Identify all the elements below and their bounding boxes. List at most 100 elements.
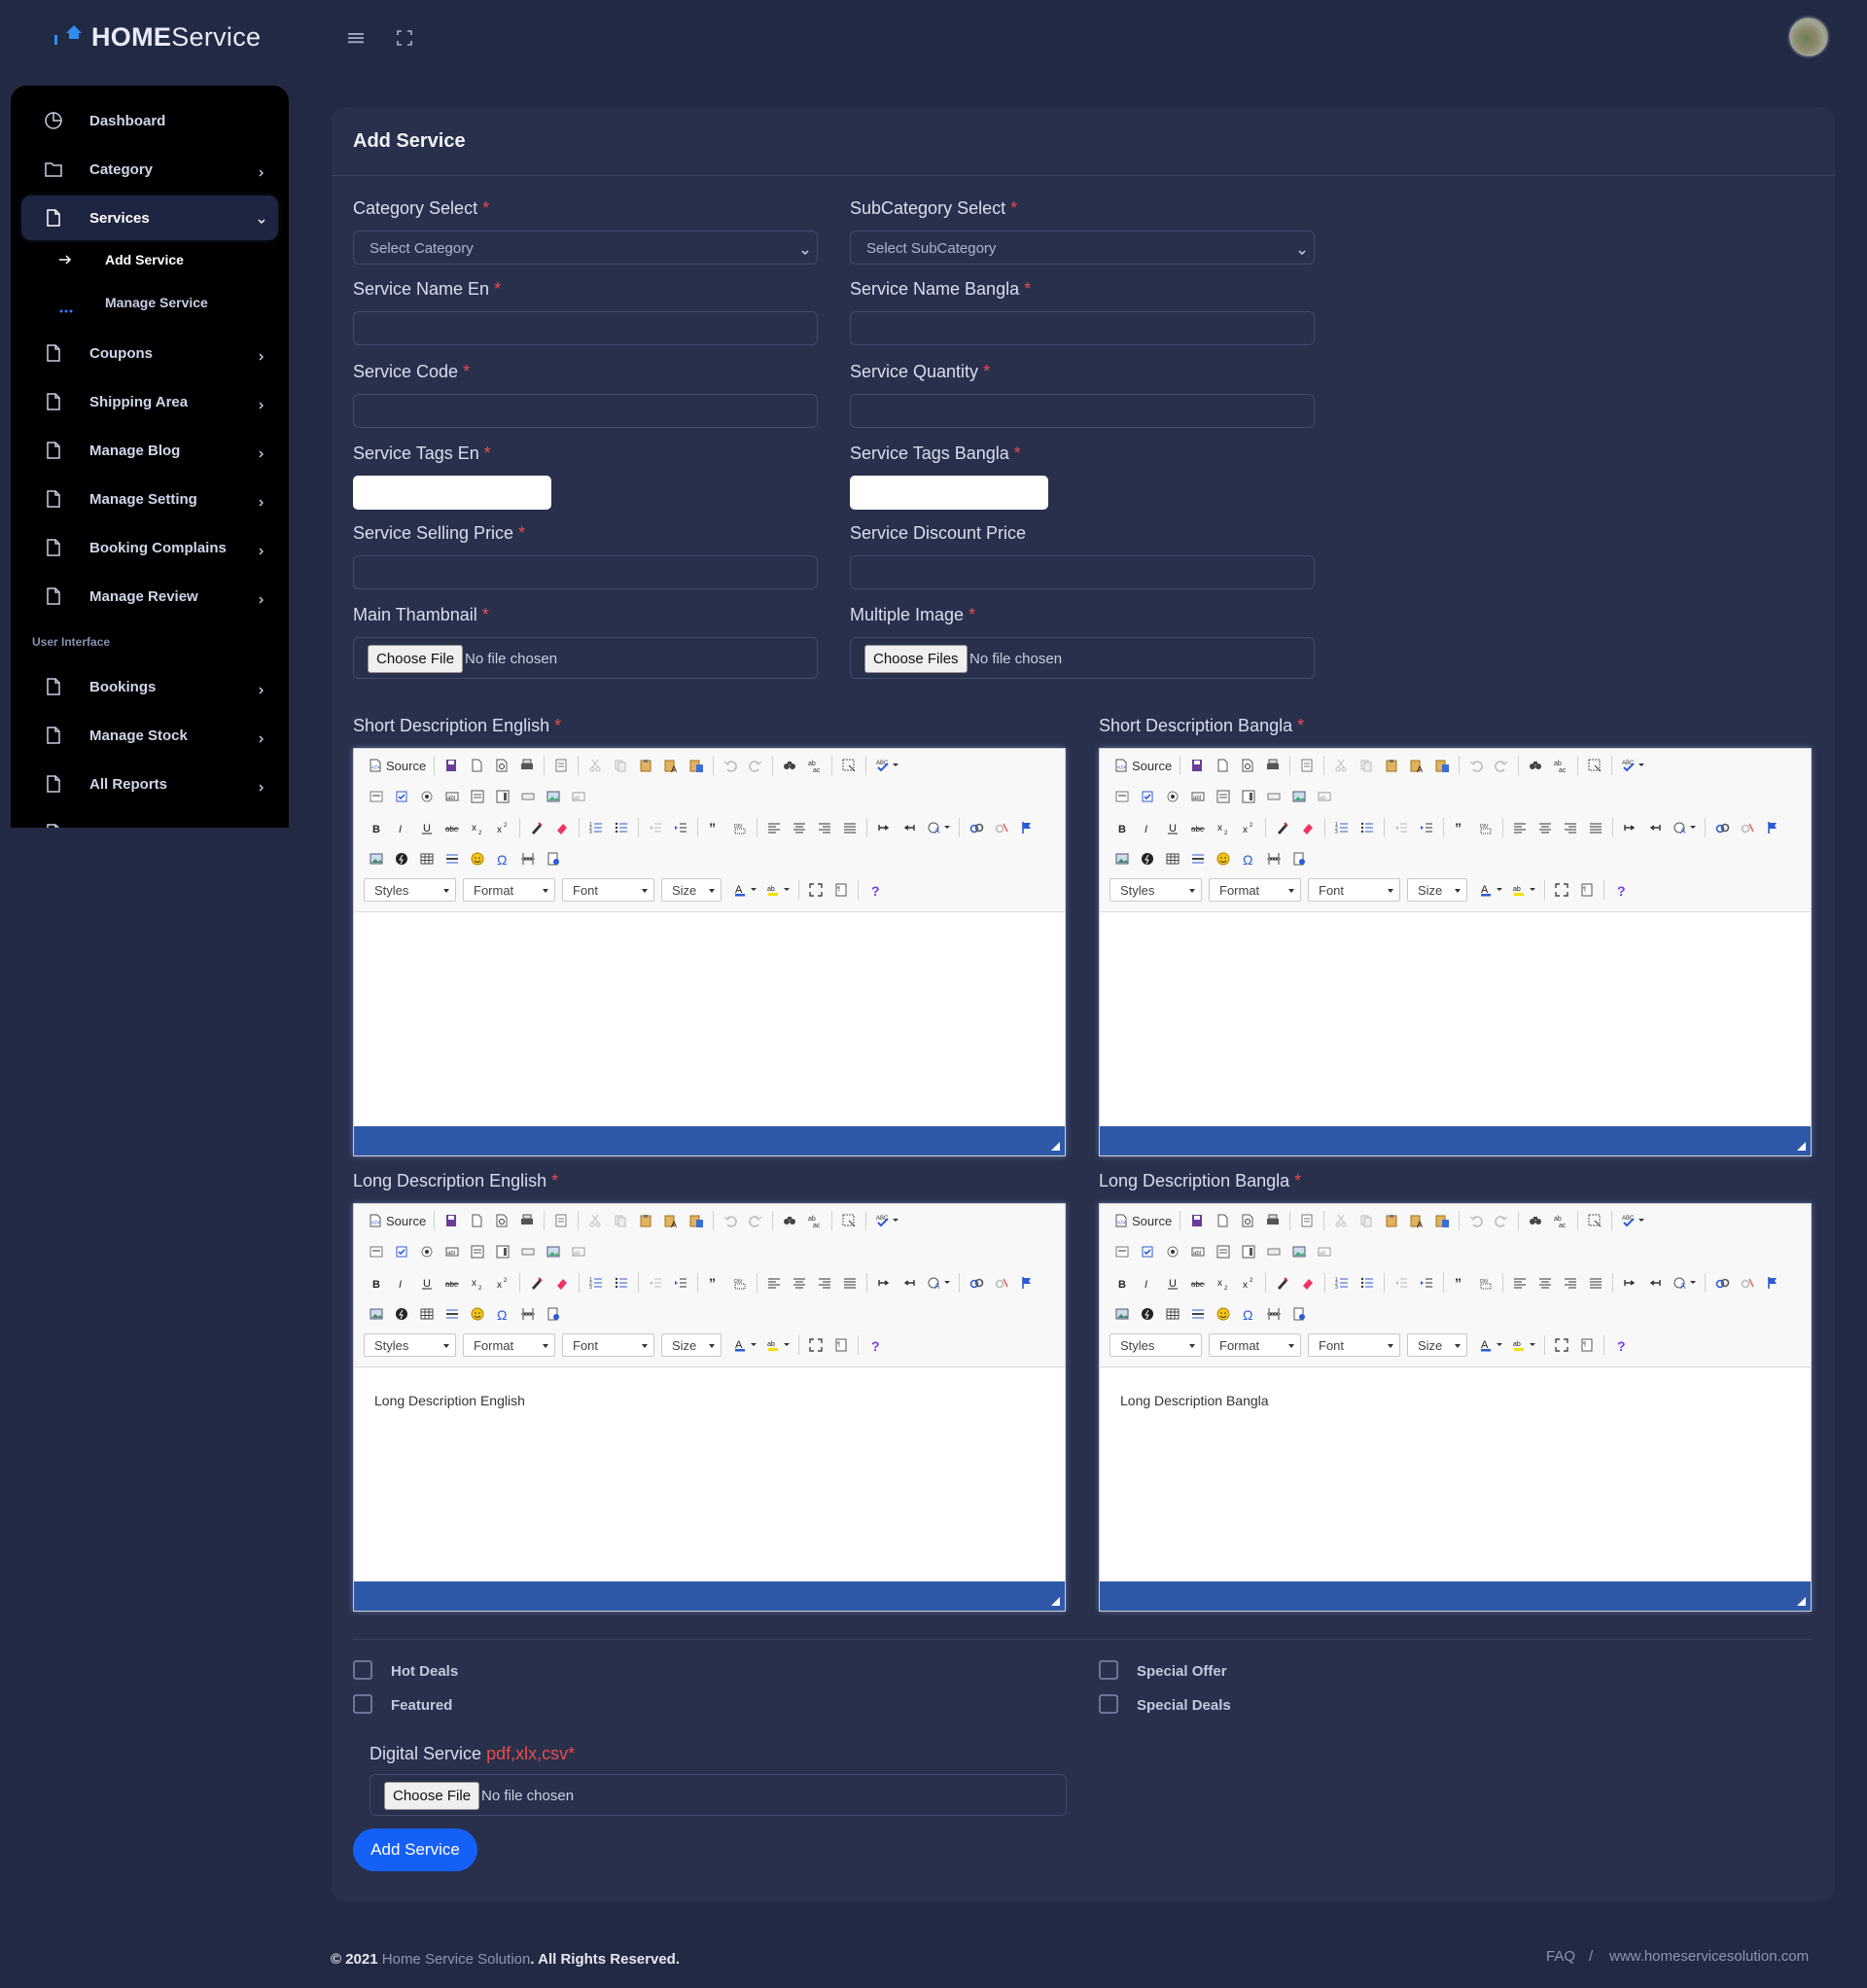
textfield-icon[interactable]: abl — [1185, 785, 1211, 808]
ol-icon[interactable]: 123 — [583, 1271, 609, 1295]
text-color-icon[interactable]: A — [1474, 1333, 1507, 1357]
checkbox-icon[interactable] — [389, 785, 414, 808]
table-icon[interactable] — [414, 847, 440, 870]
find-icon[interactable] — [777, 754, 802, 777]
flash-icon[interactable] — [389, 847, 414, 870]
textarea-icon[interactable] — [1211, 1240, 1236, 1263]
remove-format-icon[interactable] — [1270, 816, 1295, 839]
sidebar-item-dashboard[interactable]: Dashboard — [21, 98, 278, 143]
size-combo[interactable]: Size — [1407, 1333, 1467, 1357]
sidebar-item-manage-setting[interactable]: Manage Setting — [21, 477, 278, 521]
anchor-icon[interactable] — [1760, 1271, 1785, 1295]
paste-icon[interactable] — [1379, 754, 1404, 777]
justify-icon[interactable] — [837, 816, 863, 839]
hr-icon[interactable] — [1185, 1302, 1211, 1326]
lang-icon[interactable]: A — [1668, 816, 1701, 839]
indent-icon[interactable] — [668, 1271, 693, 1295]
ol-icon[interactable]: 123 — [1329, 816, 1355, 839]
hot-deals-checkbox[interactable] — [353, 1660, 372, 1680]
align-c-icon[interactable] — [787, 816, 812, 839]
iframe-icon[interactable] — [1286, 1302, 1312, 1326]
table-icon[interactable] — [1160, 1302, 1185, 1326]
unlink-icon[interactable] — [1735, 1271, 1760, 1295]
maximize-icon[interactable] — [1549, 1333, 1574, 1357]
align-l-icon[interactable] — [761, 816, 787, 839]
replace-icon[interactable]: ab ac — [802, 1209, 828, 1232]
smiley-icon[interactable] — [465, 847, 490, 870]
font-combo[interactable]: Font — [1308, 1333, 1400, 1357]
imgbtn-icon[interactable] — [541, 1240, 566, 1263]
checkbox-icon[interactable] — [389, 1240, 414, 1263]
quote-icon[interactable]: ” — [702, 1271, 727, 1295]
unlink-icon[interactable] — [1735, 816, 1760, 839]
editor-content[interactable] — [1100, 912, 1811, 1126]
sidebar-item-bookings[interactable]: Bookings — [21, 664, 278, 709]
about-icon[interactable]: ? — [863, 878, 888, 902]
remove-format-icon[interactable] — [524, 816, 549, 839]
undo-icon[interactable] — [1463, 754, 1489, 777]
service-tags-en-input[interactable] — [353, 476, 551, 510]
imgbtn-icon[interactable] — [1286, 785, 1312, 808]
bold-icon[interactable]: B — [364, 816, 389, 839]
rtl-icon[interactable] — [1642, 816, 1668, 839]
save-icon[interactable] — [439, 754, 464, 777]
quote-icon[interactable]: ” — [702, 816, 727, 839]
unlink-icon[interactable] — [989, 1271, 1014, 1295]
image-icon[interactable] — [364, 1302, 389, 1326]
justify-icon[interactable] — [1583, 816, 1608, 839]
align-r-icon[interactable] — [1558, 816, 1583, 839]
undo-icon[interactable] — [718, 1209, 743, 1232]
blocks-icon[interactable]: ¶ — [1574, 1333, 1600, 1357]
select-all-icon[interactable] — [836, 754, 862, 777]
paste-icon[interactable] — [633, 754, 658, 777]
radio-icon[interactable] — [1160, 1240, 1185, 1263]
paste-word-icon[interactable] — [1429, 754, 1455, 777]
spell-icon[interactable]: ABC — [1616, 754, 1649, 777]
strike-icon[interactable]: abc — [440, 816, 465, 839]
sidebar-item-manage-stock[interactable]: Manage Stock — [21, 713, 278, 758]
sidebar-item-services[interactable]: Services — [21, 195, 278, 240]
hidden-icon[interactable]: ab — [1312, 1240, 1337, 1263]
select-icon[interactable] — [490, 1240, 515, 1263]
cut-icon[interactable] — [582, 754, 608, 777]
copy-icon[interactable] — [608, 1209, 633, 1232]
hidden-icon[interactable]: ab — [566, 785, 591, 808]
smiley-icon[interactable] — [1211, 1302, 1236, 1326]
eraser-icon[interactable] — [549, 816, 575, 839]
bg-color-icon[interactable]: ab — [761, 1333, 794, 1357]
iframe-icon[interactable] — [541, 1302, 566, 1326]
paste-text-icon[interactable]: A — [658, 754, 684, 777]
sub-icon[interactable]: x2 — [465, 816, 490, 839]
font-combo[interactable]: Font — [562, 1333, 654, 1357]
sidebar-item-shipping-area[interactable]: Shipping Area — [21, 379, 278, 424]
copy-icon[interactable] — [1354, 754, 1379, 777]
ltr-icon[interactable] — [871, 1271, 897, 1295]
choose-files-button[interactable]: Choose Files — [864, 645, 968, 673]
sidebar-subitem-manage-service[interactable]: Manage Service — [21, 285, 278, 320]
underline-icon[interactable]: U — [414, 816, 440, 839]
table-icon[interactable] — [414, 1302, 440, 1326]
find-icon[interactable] — [777, 1209, 802, 1232]
flash-icon[interactable] — [1135, 1302, 1160, 1326]
blocks-icon[interactable]: ¶ — [828, 878, 854, 902]
bold-icon[interactable]: B — [1110, 816, 1135, 839]
about-icon[interactable]: ? — [1608, 878, 1634, 902]
footer-brand-link[interactable]: Home Service Solution — [382, 1951, 531, 1968]
unlink-icon[interactable] — [989, 816, 1014, 839]
strike-icon[interactable]: abc — [1185, 816, 1211, 839]
user-avatar[interactable] — [1787, 16, 1830, 58]
italic-icon[interactable]: I — [1135, 1271, 1160, 1295]
hr-icon[interactable] — [440, 847, 465, 870]
copy-icon[interactable] — [608, 754, 633, 777]
size-combo[interactable]: Size — [661, 878, 722, 902]
undo-icon[interactable] — [718, 754, 743, 777]
redo-icon[interactable] — [743, 1209, 768, 1232]
eraser-icon[interactable] — [549, 1271, 575, 1295]
cut-icon[interactable] — [1328, 754, 1354, 777]
save-icon[interactable] — [439, 1209, 464, 1232]
imgbtn-icon[interactable] — [541, 785, 566, 808]
bold-icon[interactable]: B — [1110, 1271, 1135, 1295]
bg-color-icon[interactable]: ab — [1507, 1333, 1540, 1357]
styles-combo[interactable]: Styles — [364, 878, 456, 902]
hidden-icon[interactable]: ab — [566, 1240, 591, 1263]
